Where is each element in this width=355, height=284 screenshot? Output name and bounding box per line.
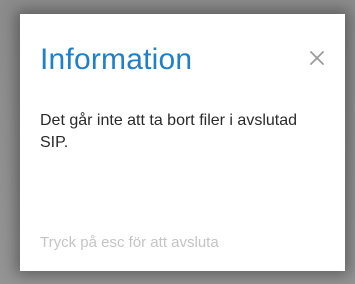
dialog-hint: Tryck på esc för att avsluta — [40, 234, 219, 251]
dialog-message: Det går inte att ta bort filer i avsluta… — [40, 112, 298, 151]
close-button[interactable] — [305, 46, 329, 70]
close-icon — [310, 51, 324, 65]
dialog-title: Information — [40, 43, 193, 76]
information-dialog: Information Det går inte att ta bort fil… — [20, 14, 345, 271]
